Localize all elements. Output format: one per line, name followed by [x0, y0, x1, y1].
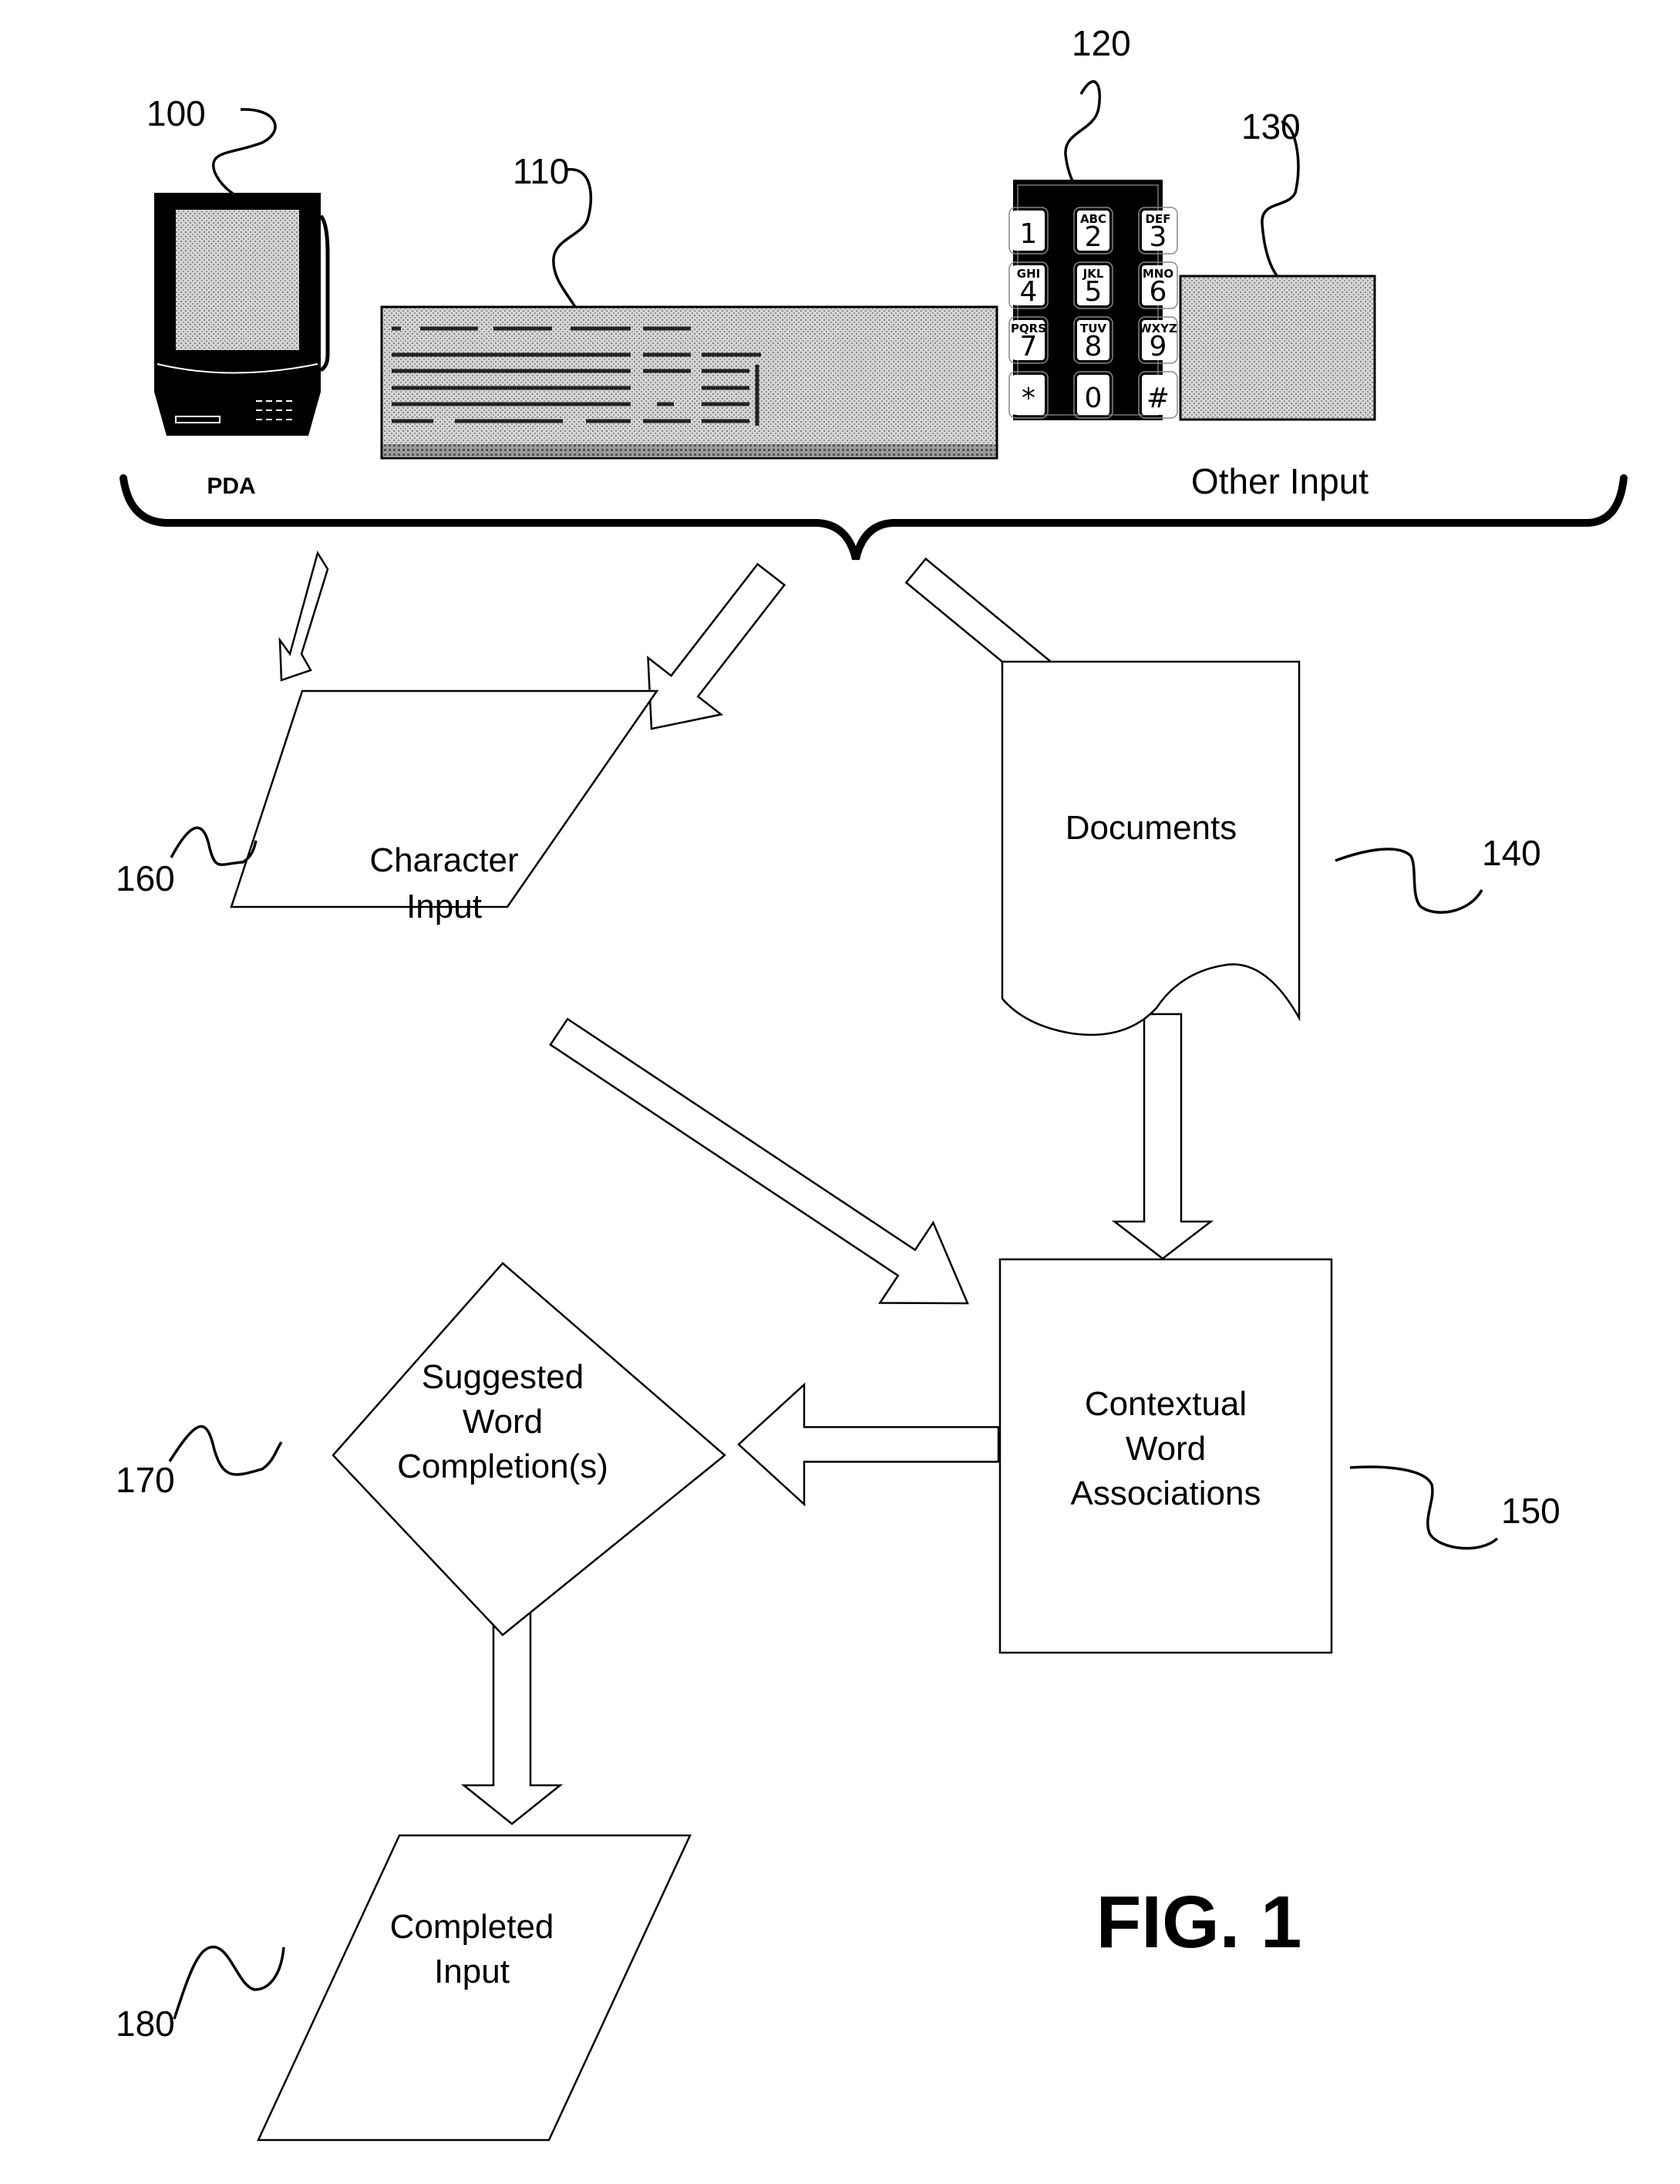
keypad-key-6: MNO6	[1138, 261, 1178, 309]
ref-100: 100	[146, 93, 206, 133]
keypad-key-number: 9	[1150, 331, 1167, 362]
documents-label: Documents	[1066, 809, 1237, 847]
ref-160: 160	[116, 858, 175, 898]
suggested-label-line: Word	[463, 1403, 543, 1441]
arrow-associations-to-suggested	[737, 1382, 1000, 1507]
keypad-key-1: 1	[1008, 207, 1049, 254]
keypad-key-number: *	[1022, 383, 1035, 414]
ref-140: 140	[1482, 833, 1541, 873]
keypad-key-2: ABC2	[1073, 207, 1113, 254]
keypad-key-number: 3	[1150, 221, 1167, 253]
keypad-key-9: WXYZ9	[1138, 316, 1178, 364]
other-input-caption: Other Input	[1191, 461, 1369, 501]
completed-input-label-line: Input	[434, 1953, 510, 1990]
pda-caption: PDA	[207, 474, 255, 499]
keypad-key-number: #	[1146, 383, 1170, 414]
keypad-key-7: PQRS7	[1008, 316, 1049, 364]
arrow-brace-to-character-input	[647, 562, 786, 730]
ref-120: 120	[1072, 23, 1131, 63]
ref-150: 150	[1501, 1491, 1560, 1531]
suggested-label-line: Suggested	[422, 1358, 584, 1396]
keypad-key-number: 6	[1150, 276, 1167, 308]
phone-keypad-device: 120 1 ABC2 DEF3 GHI4 JKL5 MNO6 PQRS7 TUV8 WXYZ9 *…	[1008, 23, 1178, 420]
keypad-key-number: 2	[1085, 221, 1103, 253]
leader-100	[211, 108, 277, 201]
keypad-key-number: 1	[1020, 218, 1038, 250]
character-input-label-line: Input	[406, 888, 482, 925]
ref-130: 130	[1241, 106, 1301, 147]
leader-140	[1335, 848, 1483, 914]
suggested-label-line: Completion(s)	[397, 1448, 608, 1485]
keyboard-device: 110	[380, 151, 998, 460]
other-input-panel	[1179, 275, 1376, 421]
keypad-key-number: 8	[1085, 331, 1103, 362]
keypad-key-star: *	[1008, 371, 1049, 419]
keypad-key-number: 4	[1020, 276, 1038, 308]
ref-110: 110	[513, 151, 569, 191]
keypad-key-8: TUV8	[1073, 316, 1113, 364]
arrow-character-input-to-associations	[549, 1017, 969, 1305]
keypad-key-number: 7	[1020, 331, 1038, 362]
figure-title: FIG. 1	[1096, 1881, 1302, 1963]
keypad-key-3: DEF3	[1138, 207, 1178, 254]
associations-label-line: Associations	[1070, 1475, 1261, 1512]
leader-170	[168, 1425, 283, 1476]
arrow-suggested-to-completed	[460, 1603, 564, 1825]
grouping-brace	[120, 474, 1628, 561]
keypad-key-0: 0	[1073, 371, 1113, 419]
arrow-brace-to-character-input	[278, 550, 329, 682]
associations-label-line: Word	[1126, 1430, 1206, 1468]
arrow-documents-to-associations	[1111, 1013, 1214, 1260]
patent-figure: 100 PDA 110 120 1 ABC2DEF3GHI4JKL5MNO6PQ…	[116, 23, 1628, 2142]
keyboard-spacebar-row	[383, 444, 995, 457]
keypad-key-4: GHI4	[1008, 261, 1049, 309]
keypad-key-hash: #	[1138, 371, 1178, 419]
documents-shape	[1001, 660, 1301, 1036]
keypad-key-5: JKL5	[1073, 261, 1113, 309]
ref-170: 170	[116, 1460, 175, 1500]
keypad-key-number: 0	[1085, 383, 1103, 414]
pda-stylus	[318, 214, 330, 372]
keypad-key-number: 5	[1085, 276, 1103, 308]
leader-150	[1349, 1465, 1499, 1550]
other-input-device: 130 Other Input	[1179, 106, 1376, 501]
leader-160	[170, 826, 258, 866]
leader-180	[173, 1945, 285, 2020]
pda-device: 100 PDA	[146, 93, 330, 499]
leader-120	[1064, 80, 1102, 192]
ref-180: 180	[116, 2004, 175, 2044]
pda-screen	[176, 210, 299, 350]
completed-input-label-line: Completed	[390, 1908, 554, 1946]
character-input-label-line: Character	[369, 841, 518, 879]
associations-label-line: Contextual	[1085, 1385, 1247, 1423]
